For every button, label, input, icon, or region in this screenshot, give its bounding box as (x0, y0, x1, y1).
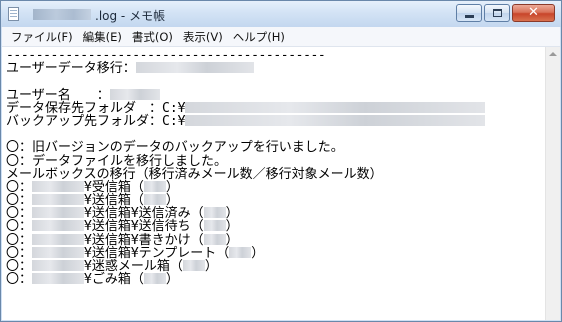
mailbox-line: 〇： ¥ごみ箱（ ） (6, 273, 546, 286)
redacted-count (143, 194, 166, 206)
close-button[interactable]: ✕ (512, 4, 555, 22)
status-mark: 〇： (6, 272, 33, 288)
window-controls: ✕ (456, 4, 555, 22)
redacted-value (109, 88, 160, 100)
menu-file[interactable]: ファイル(F) (6, 28, 78, 46)
redacted-value (32, 260, 85, 271)
close-icon: ✕ (528, 5, 539, 20)
notepad-window: .log - メモ帳 ✕ ファイル(F) 編集(E) 書式(O) 表示(V) ヘ… (0, 0, 562, 322)
redacted-value (135, 62, 254, 74)
close-paren: ） (165, 272, 179, 288)
redacted-count (203, 207, 226, 219)
redacted-count (203, 233, 226, 245)
redacted-count (229, 246, 252, 258)
minimize-icon (465, 15, 474, 18)
maximize-button[interactable] (484, 4, 510, 22)
title-filename-redacted (33, 9, 91, 20)
redacted-value (32, 233, 85, 245)
redacted-value (185, 114, 486, 126)
backup-folder-line: バックアップ先フォルダ：C:¥ (6, 115, 546, 128)
migration-label: ユーザーデータ移行： (6, 61, 136, 77)
redacted-value (32, 180, 85, 192)
menu-help[interactable]: ヘルプ(H) (228, 28, 290, 46)
redacted-value (32, 207, 85, 219)
redacted-count (143, 273, 166, 285)
menu-view[interactable]: 表示(V) (178, 28, 228, 46)
vertical-scrollbar[interactable] (545, 47, 560, 320)
text-editor[interactable]: ----------------------------------------… (2, 47, 560, 320)
redacted-count (203, 220, 226, 232)
notepad-icon[interactable] (8, 7, 19, 21)
redacted-value (32, 194, 85, 206)
redacted-count (182, 260, 205, 271)
redacted-value (185, 101, 486, 113)
redacted-value (32, 273, 85, 285)
maximize-icon (493, 9, 502, 17)
data-migrated-line: 〇：データファイルを移行しました。 (6, 153, 228, 169)
backup-folder-label: バックアップ先フォルダ：C:¥ (6, 113, 186, 129)
mailbox-name: ¥ごみ箱（ (84, 272, 144, 288)
redacted-value (32, 246, 85, 258)
menu-format[interactable]: 書式(O) (127, 28, 178, 46)
scroll-up-arrow-icon[interactable] (549, 52, 557, 56)
minimize-button[interactable] (456, 4, 482, 22)
menu-edit[interactable]: 編集(E) (78, 28, 127, 46)
menu-bar: ファイル(F) 編集(E) 書式(O) 表示(V) ヘルプ(H) (2, 27, 560, 47)
close-paren: ） (251, 245, 265, 261)
backup-done-line: 〇：旧バージョンのデータのバックアップを行いました。 (6, 140, 344, 156)
window-title: .log - メモ帳 (95, 9, 166, 23)
text-content[interactable]: ----------------------------------------… (2, 47, 546, 320)
title-bar[interactable]: .log - メモ帳 ✕ (1, 1, 561, 27)
migration-line: ユーザーデータ移行： (6, 62, 546, 75)
close-paren: ） (204, 259, 218, 274)
redacted-count (143, 180, 166, 192)
redacted-value (32, 220, 85, 232)
